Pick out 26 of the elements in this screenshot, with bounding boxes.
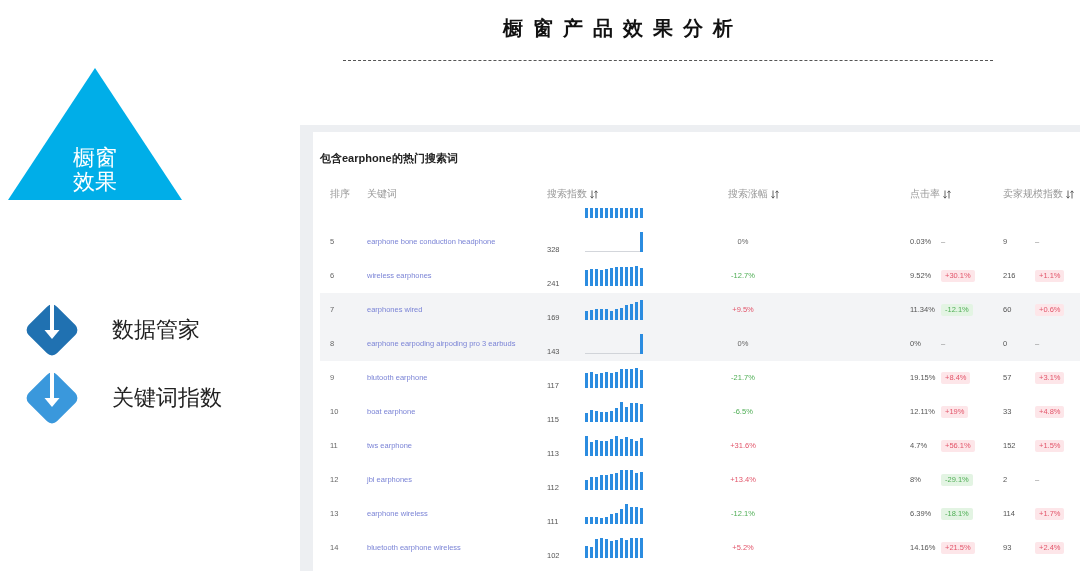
sparkline-drawing xyxy=(585,368,643,388)
sort-icon[interactable] xyxy=(771,189,779,199)
sort-icon[interactable] xyxy=(943,189,951,199)
slide-item-label: 数据管家 xyxy=(112,316,200,344)
sparkline-drawing xyxy=(585,334,643,354)
sort-icon[interactable] xyxy=(590,189,598,199)
column-header: 排序 xyxy=(330,188,350,200)
column-header: 点击率 xyxy=(910,188,940,200)
card-title: 包含earphone的热门搜索词 xyxy=(320,151,458,165)
column-header: 搜索涨幅 xyxy=(728,188,768,200)
sparkline-drawing xyxy=(585,300,643,320)
column-header: 搜索指数 xyxy=(547,188,587,200)
sort-icon[interactable] xyxy=(1066,189,1074,199)
sparkline-drawing xyxy=(585,470,643,490)
column-header: 关键词 xyxy=(367,188,397,200)
page-title: 橱窗产品效果分析 xyxy=(503,16,743,41)
sparkline-drawing xyxy=(585,538,643,558)
triangle-label: 橱窗效果 xyxy=(73,145,117,194)
sparkline-drawing xyxy=(585,402,643,422)
sparkline-drawing xyxy=(585,436,643,456)
column-header: 卖家规模指数 xyxy=(1003,188,1063,200)
sparkline-drawing xyxy=(585,266,643,286)
sparkline-drawing xyxy=(585,232,643,252)
sparkline-drawing xyxy=(585,504,643,524)
slide-item-label: 关键词指数 xyxy=(112,384,222,412)
sparkline-drawing xyxy=(585,208,643,218)
